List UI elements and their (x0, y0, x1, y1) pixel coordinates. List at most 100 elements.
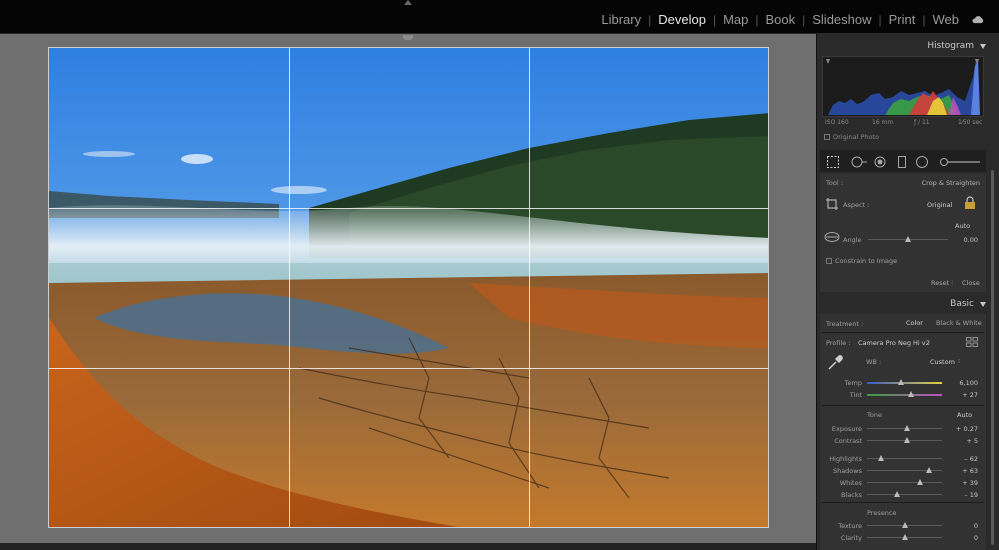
whites-value[interactable]: + 39 (942, 479, 978, 487)
profile-browser-icon[interactable] (966, 337, 978, 347)
blacks-slider-track[interactable] (867, 494, 942, 495)
constrain-to-image-toggle[interactable]: Constrain to Image (826, 257, 897, 265)
clarity-label: Clarity (840, 534, 862, 542)
shadows-value[interactable]: + 63 (942, 467, 978, 475)
whites-slider-track[interactable] (867, 482, 942, 483)
temp-label: Temp (844, 379, 862, 387)
contrast-value[interactable]: + 5 (942, 437, 978, 445)
texture-slider-thumb[interactable] (901, 522, 908, 528)
temp-slider-track[interactable] (867, 382, 942, 384)
module-print[interactable]: Print (889, 12, 916, 27)
whites-slider-thumb[interactable] (916, 479, 923, 485)
adjustment-brush-icon[interactable] (938, 155, 982, 169)
white-balance-eyedropper-icon[interactable] (826, 354, 844, 372)
histogram-plot (823, 57, 983, 116)
tint-value[interactable]: + 27 (942, 391, 978, 399)
clarity-value[interactable]: 0 (942, 534, 978, 542)
module-book[interactable]: Book (765, 12, 795, 27)
highlights-slider-thumb[interactable] (878, 455, 885, 461)
section-divider (822, 502, 984, 503)
profile-dropdown[interactable]: Camera Pro Neg Hi v2 (858, 339, 930, 347)
top-panel-toggle-icon[interactable] (404, 0, 412, 5)
aspect-crop-icon[interactable] (825, 197, 839, 211)
wb-dropdown[interactable]: Custom (930, 358, 955, 366)
angle-slider-thumb[interactable] (905, 236, 911, 242)
radial-filter-icon[interactable] (915, 155, 929, 169)
photo-crop-preview[interactable] (48, 47, 769, 528)
texture-value[interactable]: 0 (942, 522, 978, 530)
section-divider (822, 405, 984, 406)
treatment-label: Treatment : (826, 320, 864, 328)
module-picker: Library | Develop | Map | Book | Slidesh… (601, 12, 985, 27)
iso-readout: ISO 160 (825, 119, 849, 126)
original-photo-label: Original Photo (833, 133, 880, 141)
blacks-slider-thumb[interactable] (894, 491, 900, 497)
module-develop[interactable]: Develop (658, 12, 706, 27)
original-photo-checkbox[interactable] (824, 134, 830, 140)
module-library[interactable]: Library (601, 12, 641, 27)
contrast-slider-thumb[interactable] (903, 437, 910, 443)
treatment-bw-button[interactable]: Black & White (936, 319, 982, 327)
straighten-level-icon[interactable] (823, 230, 841, 244)
filmstrip-toggle-icon[interactable] (403, 35, 413, 40)
aperture-readout: ƒ / 11 (914, 119, 930, 126)
exposure-label: Exposure (831, 425, 862, 433)
close-button[interactable]: Close (962, 279, 980, 287)
presence-label: Presence (867, 509, 897, 517)
treatment-color-button[interactable]: Color (906, 319, 923, 327)
module-map[interactable]: Map (723, 12, 748, 27)
spot-removal-icon[interactable] (848, 155, 868, 169)
module-separator: | (878, 12, 882, 27)
blacks-value[interactable]: – 19 (942, 491, 978, 499)
highlights-value[interactable]: – 62 (942, 455, 978, 463)
module-bar: Library | Develop | Map | Book | Slidesh… (0, 0, 999, 33)
tool-label: Tool : (826, 179, 843, 187)
temp-value[interactable]: 6,100 (942, 379, 978, 387)
crop-icon[interactable] (826, 155, 840, 169)
temp-slider-thumb[interactable] (897, 379, 904, 385)
section-divider (822, 332, 984, 333)
profile-label: Profile : (826, 339, 851, 347)
auto-straighten-button[interactable]: Auto (955, 222, 970, 230)
original-photo-toggle[interactable]: Original Photo (824, 133, 879, 141)
button-separator: | (951, 279, 954, 287)
basic-title: Basic (950, 299, 974, 309)
module-separator: | (922, 12, 926, 27)
tone-auto-button[interactable]: Auto (957, 411, 972, 419)
panel-scrollbar[interactable] (991, 170, 994, 545)
collapse-icon (980, 43, 986, 49)
wb-dropdown-chevron-icon[interactable]: ⁝ (958, 357, 960, 365)
tint-slider-thumb[interactable] (908, 391, 915, 397)
crop-grid-vertical (529, 48, 530, 527)
reset-button[interactable]: Reset (931, 279, 949, 287)
tint-slider-track[interactable] (867, 394, 942, 396)
exposure-value[interactable]: + 0.27 (942, 425, 978, 433)
lock-icon[interactable] (962, 196, 978, 210)
aspect-value[interactable]: Original (927, 201, 952, 209)
module-separator: | (648, 12, 652, 27)
crop-grid-horizontal (49, 368, 768, 369)
crop-grid-vertical (289, 48, 290, 527)
histogram-title: Histogram (927, 41, 974, 51)
angle-value[interactable]: 0.00 (940, 236, 978, 244)
histogram-header[interactable]: Histogram (820, 36, 986, 56)
highlights-label: Highlights (829, 455, 862, 463)
constrain-checkbox[interactable] (826, 258, 832, 264)
module-separator: | (712, 12, 717, 27)
shadows-label: Shadows (832, 467, 862, 475)
shadows-slider-thumb[interactable] (925, 467, 932, 473)
cloud-icon[interactable] (971, 15, 985, 24)
crop-panel (820, 174, 986, 292)
lightroom-develop-window: Library | Develop | Map | Book | Slidesh… (0, 0, 999, 550)
landscape-photo (49, 48, 768, 527)
red-eye-icon[interactable] (873, 155, 887, 169)
profile-dropdown-chevron-icon[interactable]: ⁝ (928, 338, 930, 346)
angle-label: Angle (843, 236, 862, 244)
filmstrip-edge (0, 543, 816, 550)
exposure-slider-thumb[interactable] (903, 425, 910, 431)
clarity-slider-thumb[interactable] (901, 534, 908, 540)
module-web[interactable]: Web (933, 12, 960, 27)
graduated-filter-icon[interactable] (896, 155, 908, 169)
basic-header[interactable]: Basic (820, 294, 986, 314)
module-slideshow[interactable]: Slideshow (812, 12, 871, 27)
